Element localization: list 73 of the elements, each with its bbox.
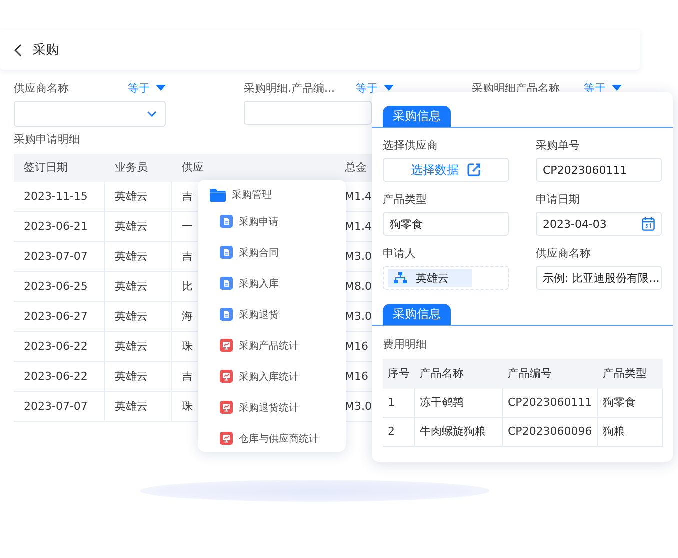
menu-item[interactable]: 仓库与供应商统计 — [210, 423, 346, 454]
folder-icon — [210, 188, 226, 202]
section-tab[interactable]: 采购信息 — [383, 106, 451, 127]
section-title: 费用明细 — [383, 337, 428, 353]
input-field[interactable]: CP2023060111 — [536, 158, 662, 182]
field-label: 产品类型 — [383, 192, 428, 208]
table-cell: 狗零食 — [598, 389, 663, 418]
filter-label: 采购明细.产品编... — [244, 80, 335, 96]
table-cell: 2023-07-07 — [14, 392, 105, 422]
field-label: 申请人 — [383, 246, 417, 262]
table-cell: 英雄云 — [105, 242, 172, 272]
column-header: 产品类型 — [598, 359, 663, 389]
table-cell: CP2023060111 — [503, 389, 598, 418]
section-tab[interactable]: 采购信息 — [383, 304, 451, 325]
table-cell: 英雄云 — [105, 212, 172, 242]
table-cell: 2023-06-25 — [14, 272, 105, 302]
calendar-icon — [642, 217, 655, 231]
table-cell: 2023-06-22 — [14, 332, 105, 362]
section-title: 采购申请明细 — [14, 132, 80, 148]
table-cell: 英雄云 — [105, 332, 172, 362]
page-title: 采购 — [33, 42, 59, 59]
document-icon — [220, 277, 233, 290]
column-header: 供应 — [172, 154, 335, 182]
table-cell: 狗粮 — [598, 418, 663, 447]
table-cell: 2023-06-27 — [14, 302, 105, 332]
chart-icon — [220, 370, 233, 383]
back-icon[interactable] — [14, 44, 22, 56]
operator-dropdown[interactable]: 等于 — [356, 80, 394, 96]
menu-group-title: 采购管理 — [232, 188, 272, 202]
table-cell: 英雄云 — [105, 182, 172, 212]
input-field[interactable]: 示例: 比亚迪股份有限... — [536, 266, 662, 290]
select-data-button[interactable]: 选择数据 — [383, 158, 509, 182]
column-header: 签订日期 — [14, 154, 105, 182]
table-cell: 冻干鹌鹑 — [415, 389, 503, 418]
user-field[interactable]: 英雄云 — [383, 266, 509, 290]
table-cell: 英雄云 — [105, 272, 172, 302]
document-icon — [220, 308, 233, 321]
document-icon — [220, 215, 233, 228]
chart-icon — [220, 401, 233, 414]
table-cell: 2023-06-22 — [14, 362, 105, 392]
filter-label: 供应商名称 — [14, 80, 69, 96]
column-header: 产品名称 — [415, 359, 503, 389]
field-label: 采购单号 — [536, 138, 581, 154]
column-header: 总金 — [335, 154, 373, 182]
chart-icon — [220, 339, 233, 352]
operator-dropdown[interactable]: 等于 — [128, 80, 166, 96]
field-label: 选择供应商 — [383, 138, 439, 154]
org-chart-icon — [394, 272, 407, 284]
table-cell: 英雄云 — [105, 362, 172, 392]
input-field[interactable] — [244, 101, 372, 125]
column-header: 序号 — [383, 359, 415, 389]
select-field[interactable] — [14, 101, 166, 127]
table-cell: 牛肉螺旋狗粮 — [415, 418, 503, 447]
table-cell: 2023-07-07 — [14, 242, 105, 272]
table-cell: 1 — [383, 389, 415, 418]
edit-icon — [467, 163, 481, 177]
table-cell: 英雄云 — [105, 392, 172, 422]
document-icon — [220, 246, 233, 259]
table-cell: 2 — [383, 418, 415, 447]
field-label: 供应商名称 — [536, 246, 592, 262]
field-label: 申请日期 — [536, 192, 581, 208]
date-field[interactable]: 2023-04-03 — [536, 212, 662, 236]
caret-icon — [156, 85, 166, 91]
table-cell: 2023-06-21 — [14, 212, 105, 242]
column-header: 产品编号 — [503, 359, 598, 389]
column-header: 业务员 — [105, 154, 172, 182]
table-cell: 英雄云 — [105, 302, 172, 332]
user-tag: 英雄云 — [388, 269, 472, 287]
chart-icon — [220, 432, 233, 445]
chevron-down-icon — [147, 111, 157, 117]
table-cell: CP2023060096 — [503, 418, 598, 447]
table-cell: 2023-11-15 — [14, 182, 105, 212]
input-field[interactable]: 狗零食 — [383, 212, 509, 236]
